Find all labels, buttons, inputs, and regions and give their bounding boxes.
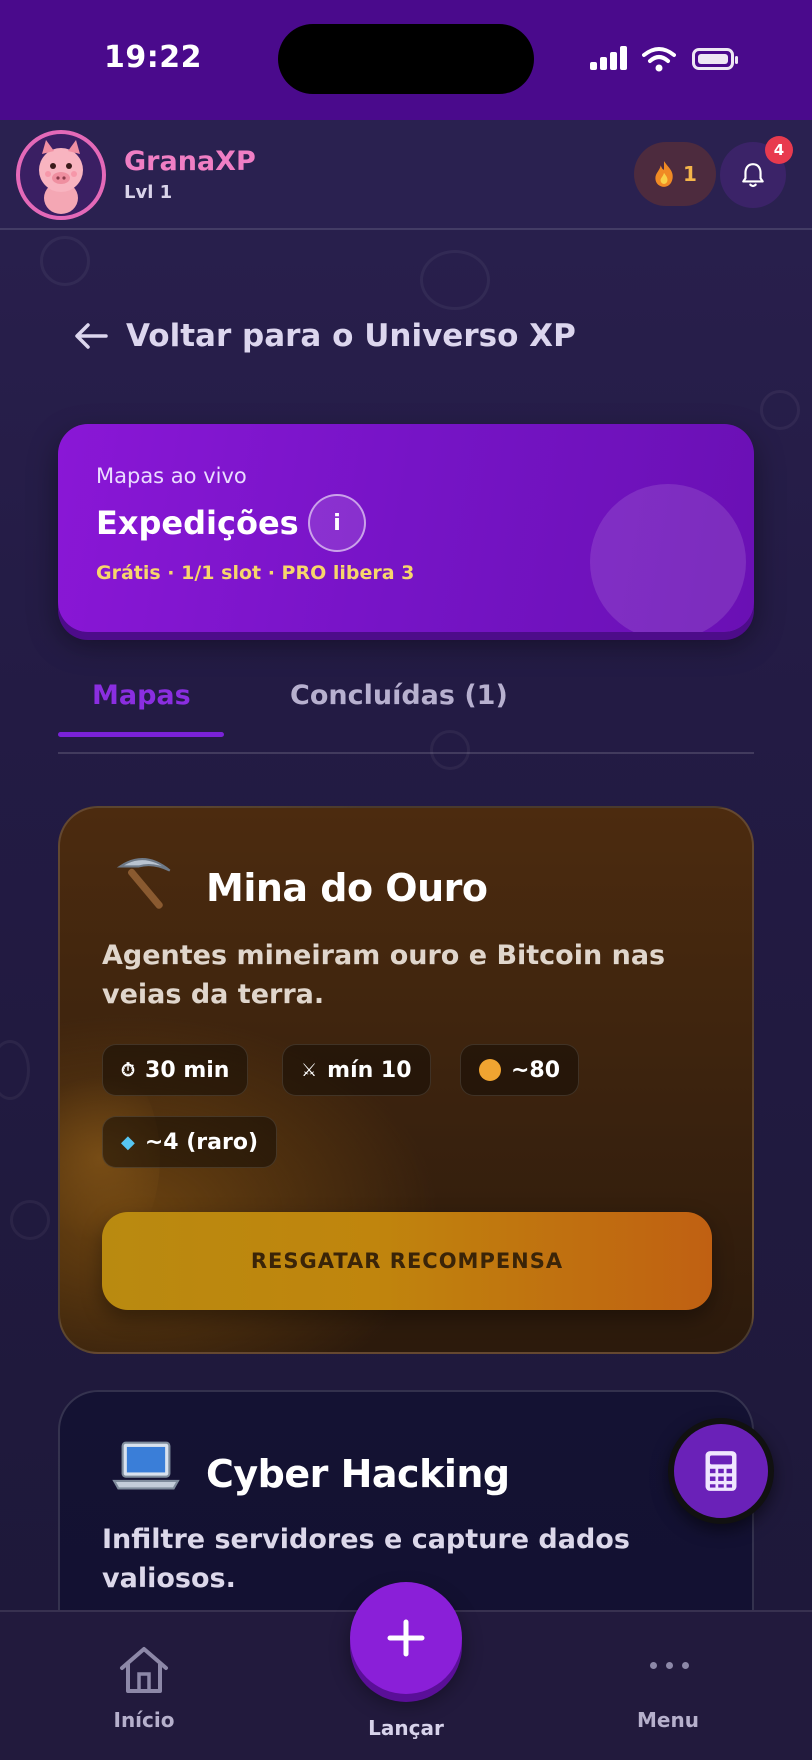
app-header: GranaXP Lvl 1 1 4 [0, 120, 812, 230]
calculator-icon [705, 1451, 737, 1491]
min-agents-chip: ⚔ mín 10 [282, 1044, 431, 1096]
info-button[interactable]: i [308, 494, 366, 552]
status-time: 19:22 [104, 40, 202, 75]
coin-reward-chip: ~80 [460, 1044, 580, 1096]
tab-completed[interactable]: Concluídas (1) [290, 680, 508, 711]
nav-menu[interactable]: Menu [598, 1612, 738, 1760]
streak-count: 1 [683, 162, 697, 186]
notifications-badge: 4 [765, 136, 793, 164]
status-icons [588, 44, 748, 74]
bell-icon [742, 163, 764, 188]
mission-title: Mina do Ouro [206, 866, 488, 910]
brand-name: GranaXP [124, 146, 256, 177]
background-doodle [420, 250, 490, 310]
arrow-left-icon [75, 323, 108, 349]
nav-launch-label: Lançar [368, 1716, 444, 1740]
pickaxe-icon [116, 858, 171, 909]
cellular-signal-icon [588, 44, 628, 74]
coin-icon [479, 1059, 501, 1081]
background-doodle [10, 1200, 50, 1240]
streak-button[interactable]: 1 [634, 142, 716, 206]
mission-description: Agentes mineiram ouro e Bitcoin nas veia… [102, 940, 666, 1011]
banner-decoration [590, 484, 746, 632]
flame-icon [655, 161, 673, 187]
gem-reward-value: ~4 (raro) [144, 1129, 259, 1155]
background-doodle [760, 390, 800, 430]
mission-card-gold-mine[interactable]: Mina do Ouro Agentes mineiram ouro e Bit… [58, 806, 754, 1354]
avatar[interactable] [16, 130, 106, 220]
banner-subtitle: Grátis · 1/1 slot · PRO libera 3 [96, 562, 415, 584]
banner-title: Expedições [96, 504, 299, 542]
pig-mascot-icon [39, 140, 83, 214]
background-doodle [40, 236, 90, 286]
background-doodle [0, 1040, 30, 1100]
status-bar: 19:22 [0, 0, 812, 120]
laptop-icon [112, 1441, 180, 1490]
calculator-button[interactable] [668, 1418, 774, 1524]
back-link-label: Voltar para o Universo XP [126, 318, 576, 354]
battery-icon [692, 48, 738, 70]
nav-menu-label: Menu [637, 1708, 699, 1732]
launch-button[interactable] [350, 1582, 462, 1694]
coin-reward-value: ~80 [511, 1057, 561, 1083]
user-level: Lvl 1 [124, 182, 173, 203]
claim-reward-button[interactable]: RESGATAR RECOMPENSA [102, 1212, 712, 1310]
gem-icon: ◆ [121, 1131, 135, 1153]
nav-home-label: Início [113, 1708, 175, 1732]
duration-chip: ⏱ 30 min [102, 1044, 249, 1096]
back-link[interactable]: Voltar para o Universo XP [74, 318, 576, 354]
more-icon [650, 1662, 690, 1670]
home-icon [120, 1647, 168, 1693]
mission-title: Cyber Hacking [206, 1452, 510, 1496]
plus-icon [387, 1619, 425, 1657]
expeditions-banner: Mapas ao vivo Expedições i Grátis · 1/1 … [58, 424, 754, 632]
nav-home[interactable]: Início [74, 1612, 214, 1760]
banner-kicker: Mapas ao vivo [96, 464, 247, 488]
duration-value: 30 min [145, 1057, 230, 1083]
swords-icon: ⚔ [301, 1059, 318, 1081]
tab-bar: Mapas Concluídas (1) [58, 660, 754, 754]
timer-icon: ⏱ [121, 1059, 136, 1081]
dynamic-island [278, 24, 534, 94]
min-agents-value: mín 10 [327, 1057, 412, 1083]
tab-active-indicator [58, 732, 224, 737]
expeditions-screen: 19:22 GranaXP Lvl 1 1 4 Voltar para o Un… [0, 0, 812, 1760]
tab-maps[interactable]: Mapas [92, 680, 191, 711]
gem-reward-chip: ◆ ~4 (raro) [102, 1116, 278, 1168]
wifi-icon [642, 47, 676, 72]
